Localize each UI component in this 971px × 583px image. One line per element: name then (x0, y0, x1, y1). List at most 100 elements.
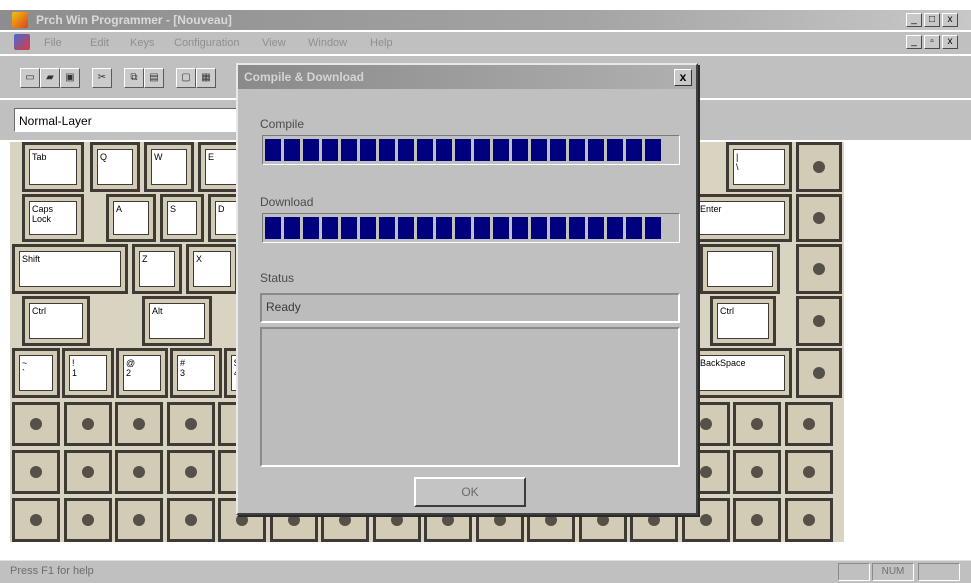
progress-block (398, 217, 414, 239)
macro-key[interactable] (115, 498, 163, 542)
menu-keys[interactable]: Keys (130, 37, 154, 49)
key-1[interactable]: ! 1 (62, 348, 114, 398)
doc-close-button[interactable]: x (942, 35, 958, 49)
log-output-area (260, 327, 680, 467)
document-icon[interactable] (14, 34, 30, 50)
minimize-button[interactable]: _ (906, 13, 922, 27)
progress-block (379, 217, 395, 239)
maximize-button[interactable]: □ (924, 13, 940, 27)
key-q[interactable]: Q (90, 142, 140, 192)
macro-key[interactable] (784, 498, 833, 542)
key-dot-icon (493, 514, 506, 526)
progress-block (474, 217, 490, 239)
key-capslock[interactable]: Caps Lock (22, 194, 84, 242)
key-dot-icon (236, 514, 248, 526)
new-icon[interactable]: ▭ (20, 68, 40, 88)
layer-select[interactable]: Normal-Layer (14, 108, 242, 132)
key-enter[interactable]: Enter (690, 194, 792, 242)
key-label: W (151, 149, 187, 185)
doc-minimize-button[interactable]: _ (906, 35, 922, 49)
key-alt[interactable]: Alt (142, 296, 212, 346)
key-w[interactable]: W (144, 142, 194, 192)
key-ctrl-right[interactable]: Ctrl (710, 296, 776, 346)
macro-key[interactable] (166, 450, 215, 494)
key-dot-icon (813, 367, 825, 379)
progress-block (569, 217, 585, 239)
macro-key[interactable] (796, 296, 842, 346)
dialog-title-bar[interactable]: Compile & Download x (238, 65, 696, 89)
compile-label: Compile (260, 117, 305, 131)
macro-key[interactable] (784, 402, 833, 446)
key-x[interactable]: X (186, 244, 238, 294)
macro-key[interactable] (733, 402, 781, 446)
progress-block (531, 139, 547, 161)
key-a[interactable]: A (106, 194, 156, 242)
macro-key[interactable] (733, 450, 781, 494)
menu-file[interactable]: File (44, 37, 62, 49)
macro-key[interactable] (115, 402, 163, 446)
copy-icon[interactable]: ⧉ (124, 68, 144, 88)
key-tab[interactable]: Tab (22, 142, 84, 192)
key-dot-icon (813, 212, 825, 224)
close-button[interactable]: x (942, 13, 958, 27)
macro-key[interactable] (63, 450, 112, 494)
menu-help[interactable]: Help (370, 37, 393, 49)
key-label: | \ (733, 149, 785, 185)
open-icon[interactable]: ▰ (40, 68, 60, 88)
progress-block (626, 139, 642, 161)
key-tilde[interactable]: ~ ` (12, 348, 60, 398)
key-2[interactable]: @ 2 (116, 348, 168, 398)
menu-window[interactable]: Window (308, 37, 347, 49)
key-dot-icon (81, 514, 94, 526)
key-dot-icon (648, 514, 660, 526)
macro-key[interactable] (166, 402, 215, 446)
progress-block (455, 139, 471, 161)
key-3[interactable]: # 3 (170, 348, 222, 398)
macro-key[interactable] (166, 498, 215, 542)
compile-progress-bar (262, 135, 680, 165)
menu-edit[interactable]: Edit (90, 37, 109, 49)
key-dot-icon (30, 514, 42, 526)
macro-key[interactable] (12, 450, 60, 494)
macro-key[interactable] (63, 498, 112, 542)
key-z[interactable]: Z (132, 244, 182, 294)
print-icon[interactable]: ▦ (196, 68, 216, 88)
menu-view[interactable]: View (262, 37, 286, 49)
cut-icon[interactable]: ✂ (92, 68, 112, 88)
menu-configuration[interactable]: Configuration (174, 37, 239, 49)
save-icon[interactable]: ▣ (60, 68, 80, 88)
key-dot-icon (390, 514, 403, 526)
macro-key[interactable] (796, 348, 842, 398)
key-dot-icon (813, 263, 825, 275)
key-backspace[interactable]: BackSpace (690, 348, 792, 398)
progress-block (379, 139, 395, 161)
macro-key[interactable] (796, 194, 842, 242)
key-dot-icon (30, 418, 42, 430)
doc-restore-button[interactable]: ▫ (924, 35, 940, 49)
macro-key[interactable] (733, 498, 781, 542)
dialog-title: Compile & Download (244, 70, 364, 84)
progress-block (493, 217, 509, 239)
ok-button[interactable]: OK (414, 477, 526, 507)
key-shift[interactable]: Shift (12, 244, 128, 294)
key-label: @ 2 (123, 355, 161, 391)
paste-icon[interactable]: ▤ (144, 68, 164, 88)
key-label: # 3 (177, 355, 215, 391)
key-ctrl-left[interactable]: Ctrl (22, 296, 90, 346)
key-label: ! 1 (69, 355, 107, 391)
key-backslash[interactable]: | \ (726, 142, 792, 192)
progress-block (284, 139, 300, 161)
dialog-close-button[interactable]: x (674, 69, 692, 86)
key-dot-icon (184, 466, 197, 478)
key-s[interactable]: S (160, 194, 204, 242)
macro-key[interactable] (115, 450, 163, 494)
macro-key[interactable] (796, 244, 842, 294)
macro-key[interactable] (12, 402, 60, 446)
macro-key[interactable] (784, 450, 833, 494)
key-label: S (167, 201, 197, 235)
macro-key[interactable] (12, 498, 60, 542)
macro-key[interactable] (63, 402, 112, 446)
print-preview-icon[interactable]: ▢ (176, 68, 196, 88)
key-right-shift[interactable] (700, 244, 780, 294)
macro-key[interactable] (796, 142, 842, 192)
